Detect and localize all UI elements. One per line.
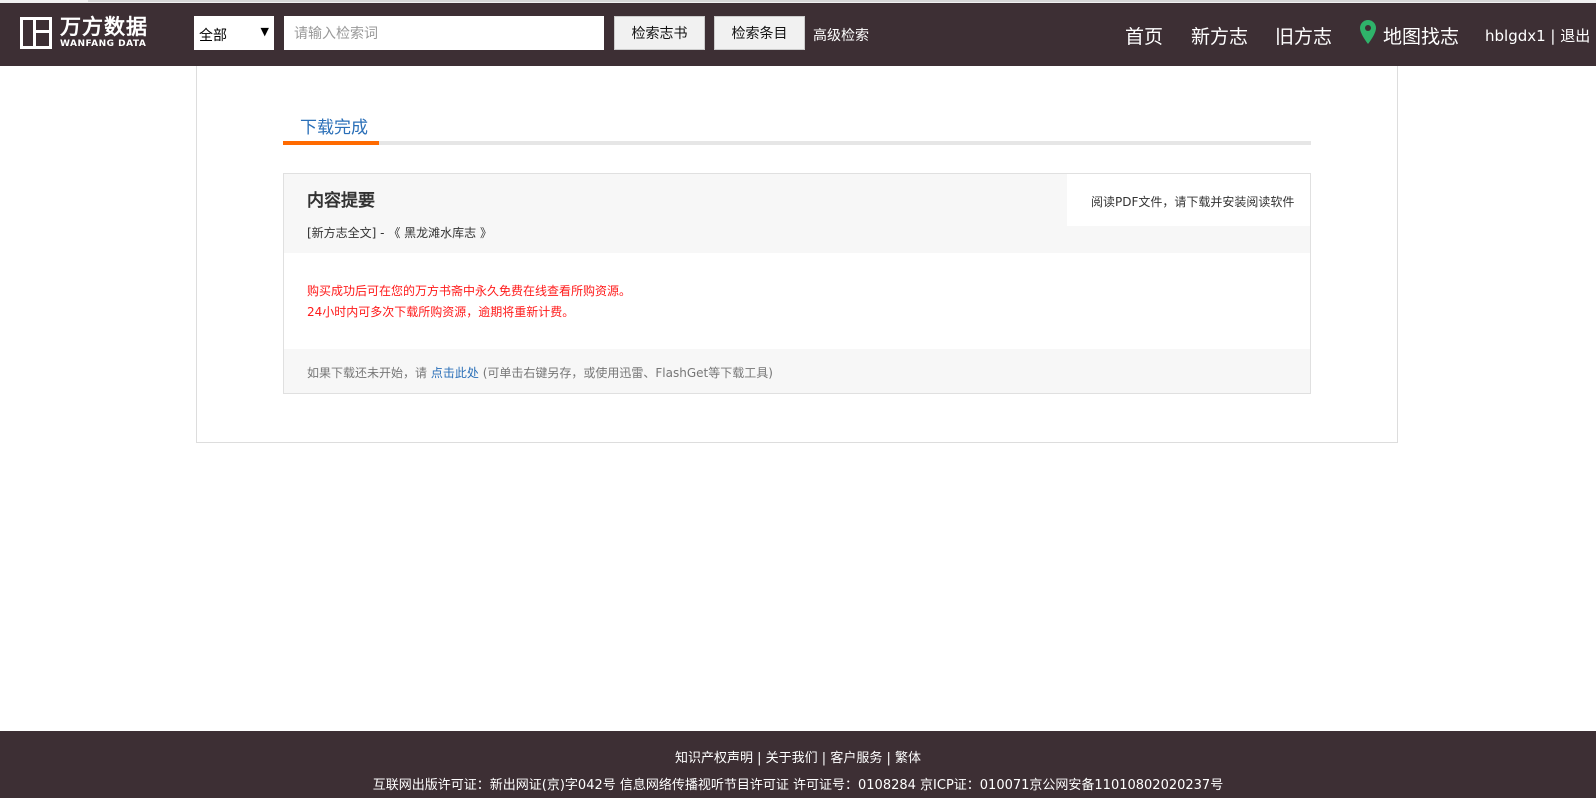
download-hint: 如果下载还未开始，请 点击此处 (可单击右键另存，或使用迅雷、FlashGet等…	[284, 349, 1310, 393]
content-subtitle: [新方志全文] - 《 黑龙滩水库志 》	[307, 226, 492, 240]
search-items-button[interactable]: 检索条目	[714, 16, 805, 50]
download-hint-suffix: (可单击右键另存，或使用迅雷、FlashGet等下载工具)	[482, 366, 773, 380]
logo-mark-icon	[20, 17, 52, 49]
purchase-notice: 购买成功后可在您的万方书斋中永久免费在线查看所购资源。	[307, 284, 632, 298]
download-notice: 24小时内可多次下载所购资源，逾期将重新计费。	[307, 305, 575, 319]
content-box: 内容提要 [新方志全文] - 《 黑龙滩水库志 》 阅读PDF文件，请下载并安装…	[283, 173, 1311, 394]
footer: 知识产权声明 | 关于我们 | 客户服务 | 繁体 互联网出版许可证：新出网证(…	[0, 731, 1596, 798]
caret-down-icon: ▼	[260, 25, 269, 38]
pdf-reader-note[interactable]: 阅读PDF文件，请下载并安装阅读软件	[1067, 174, 1310, 226]
footer-license: 互联网出版许可证：新出网证(京)字042号 信息网络传播视听节目许可证 许可证号…	[372, 778, 1224, 793]
download-hint-prefix: 如果下载还未开始，请	[307, 366, 428, 380]
user-logout[interactable]: hblgdx1 | 退出	[1485, 25, 1590, 46]
logo-en: WANFANG DATA	[60, 39, 147, 49]
nav-new-gazetteer[interactable]: 新方志	[1191, 22, 1248, 49]
logo-cn: 万方数据	[60, 15, 148, 39]
scope-select-value: 全部	[199, 28, 227, 44]
tab-download-complete[interactable]: 下载完成	[300, 113, 368, 138]
advanced-search-link[interactable]: 高级检索	[813, 25, 869, 45]
logo-text: 万方数据 WANFANG DATA	[60, 17, 148, 49]
search-books-button[interactable]: 检索志书	[614, 16, 705, 50]
click-here-link[interactable]: 点击此处	[431, 366, 479, 380]
nav-map-search[interactable]: 地图找志	[1383, 22, 1459, 49]
scope-select[interactable]: 全部 ▼	[194, 16, 274, 50]
content-title: 内容提要	[307, 191, 375, 211]
nav-old-gazetteer[interactable]: 旧方志	[1275, 22, 1332, 49]
search-input[interactable]	[284, 16, 604, 50]
logo[interactable]: 万方数据 WANFANG DATA	[20, 17, 148, 49]
content-header: 内容提要 [新方志全文] - 《 黑龙滩水库志 》 阅读PDF文件，请下载并安装…	[284, 174, 1310, 253]
tab-active-indicator	[283, 141, 379, 145]
tab-underline	[283, 141, 1311, 145]
footer-links[interactable]: 知识产权声明 | 关于我们 | 客户服务 | 繁体	[0, 747, 1596, 766]
top-strip-bar	[88, 0, 1550, 2]
nav-home[interactable]: 首页	[1125, 22, 1163, 49]
map-pin-icon[interactable]	[1360, 20, 1376, 44]
